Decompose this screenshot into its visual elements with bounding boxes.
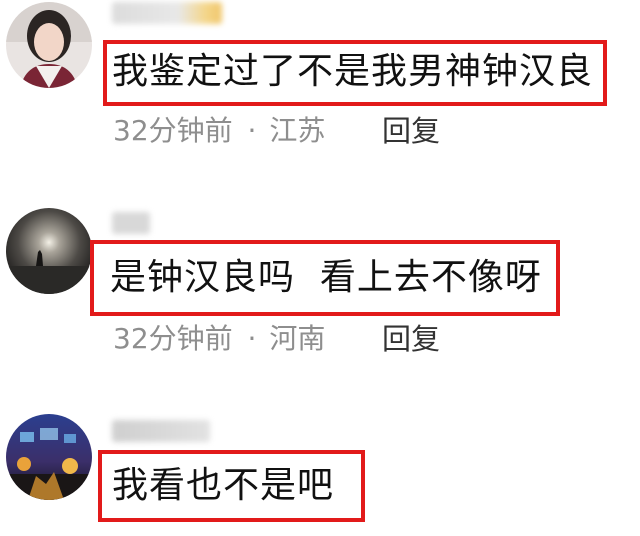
- username-blurred: [112, 420, 210, 442]
- avatar[interactable]: [6, 414, 92, 500]
- comment-item: 我看也不是吧: [0, 0, 640, 536]
- comment-text: 我看也不是吧: [112, 465, 335, 506]
- comment-list: 我鉴定过了不是我男神钟汉良 32分钟前 · 江苏 回复 是钟汉良吗 看上去不像呀…: [0, 0, 640, 536]
